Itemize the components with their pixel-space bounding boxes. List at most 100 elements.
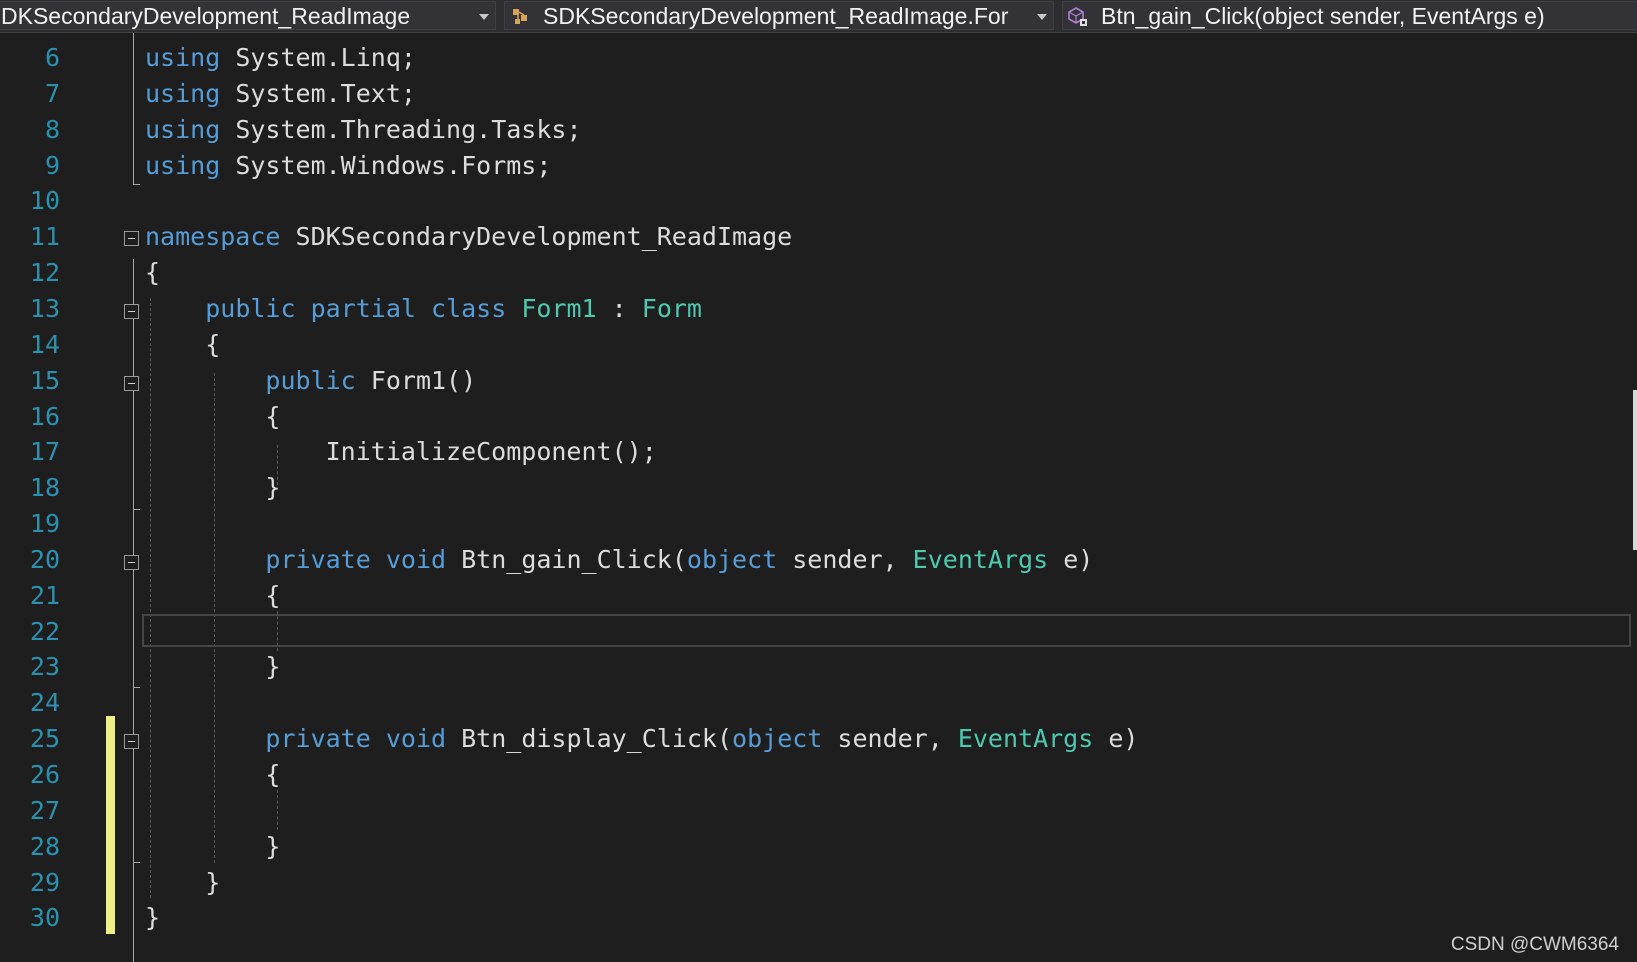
code-line[interactable]: 26 { [0,756,1637,794]
code-line[interactable]: 15 public Form1() [0,362,1637,400]
line-number: 21 [29,580,60,610]
code-token: sender, [822,724,958,754]
code-text[interactable]: using System.Text; [145,75,416,113]
line-number: 24 [29,688,60,718]
code-line[interactable]: 20 private void Btn_gain_Click(object se… [0,541,1637,579]
chevron-down-icon[interactable] [479,14,489,20]
code-text[interactable]: { [145,254,160,292]
keyword-token: public [205,293,296,323]
keyword-token: public [265,365,356,395]
member-dropdown[interactable]: Btn_gain_Click(object sender, EventArgs … [1062,1,1637,30]
code-line[interactable]: 6 using System.Linq; [0,39,1637,77]
line-number: 11 [29,222,60,252]
keyword-token: class [431,293,507,323]
code-token: Form1() [355,365,477,395]
code-editor[interactable]: 6 using System.Linq; 7 using System.Text; 8 u… [0,33,1637,962]
keyword-token: object [686,544,778,574]
code-text[interactable]: } [145,648,280,686]
code-line[interactable]: 30} [0,899,1637,937]
code-token: Btn_gain_Click( [446,544,687,574]
code-text[interactable]: using System.Threading.Tasks; [145,111,582,149]
line-number: 27 [29,795,60,825]
code-text[interactable]: InitializeComponent(); [145,433,657,471]
code-token: SDKSecondaryDevelopment_ReadImage [280,222,793,252]
code-text[interactable]: public Form1() [145,362,476,400]
code-text[interactable]: { [145,756,280,794]
code-token: { [145,760,281,789]
code-token: : [596,293,642,323]
code-line[interactable]: 14 { [0,326,1637,364]
code-text[interactable]: private void Btn_gain_Click(object sende… [145,541,1093,579]
code-line[interactable]: 8 using System.Threading.Tasks; [0,111,1637,149]
project-dropdown[interactable]: DKSecondaryDevelopment_ReadImage [0,1,496,30]
type-token: EventArgs [912,544,1049,574]
collapse-icon[interactable] [124,304,139,319]
chevron-down-icon[interactable] [1037,14,1047,20]
code-line[interactable]: 29 } [0,864,1637,902]
method-icon [1068,7,1087,26]
code-line[interactable]: 19 [0,505,1637,543]
code-text[interactable]: { [145,326,220,364]
keyword-token: void [385,544,447,574]
code-token: { [145,258,161,288]
code-text[interactable]: private void Btn_display_Click(object se… [145,720,1138,758]
code-line[interactable]: 25 private void Btn_display_Click(object… [0,720,1637,758]
code-token: { [145,401,281,431]
keyword-token: private [265,724,371,754]
line-number: 22 [29,616,60,646]
type-dropdown[interactable]: SDKSecondaryDevelopment_ReadImage.For [504,1,1054,30]
code-line[interactable]: 10 [0,182,1637,220]
line-number: 28 [29,831,60,861]
keyword-token: using [145,78,221,108]
line-number: 8 [44,114,60,144]
line-number: 7 [44,78,60,108]
code-token: e) [1048,544,1094,574]
code-line[interactable]: 24 [0,684,1637,722]
code-text[interactable]: } [145,864,220,902]
code-line[interactable]: 18 } [0,469,1637,507]
collapse-icon[interactable] [124,734,139,749]
code-text[interactable]: } [145,899,160,937]
code-text[interactable]: { [145,577,280,615]
code-line[interactable]: 22 [0,613,1637,651]
code-line[interactable]: 28 } [0,828,1637,866]
code-text[interactable]: { [145,398,280,436]
line-number: 12 [29,258,60,288]
line-number: 26 [29,760,60,789]
code-token: } [145,652,281,682]
code-text[interactable]: } [145,469,280,507]
collapse-icon[interactable] [124,231,139,246]
keyword-token: using [145,150,221,180]
code-line[interactable]: 27 [0,792,1637,830]
type-token: Form1 [521,293,597,323]
line-number: 9 [44,150,60,180]
keyword-token: private [265,544,371,574]
code-token: e) [1093,724,1139,754]
line-number: 15 [29,365,60,395]
type-dropdown-label: SDKSecondaryDevelopment_ReadImage.For [543,3,1009,29]
code-line[interactable]: 17 InitializeComponent(); [0,433,1637,471]
code-line[interactable]: 12 { [0,254,1637,292]
line-number: 25 [29,724,60,754]
code-text[interactable]: } [145,828,280,866]
code-line[interactable]: 9 using System.Windows.Forms; [0,147,1637,185]
code-text[interactable]: public partial class Form1 : Form [145,290,702,328]
code-line[interactable]: 21 { [0,577,1637,615]
code-line[interactable]: 7 using System.Text; [0,75,1637,113]
collapse-icon[interactable] [124,555,139,570]
scrollbar-marker[interactable] [1633,390,1637,550]
keyword-token: object [732,724,823,754]
code-line[interactable]: 11 namespace SDKSecondaryDevelopment_Read… [0,218,1637,256]
collapse-icon[interactable] [124,376,139,391]
code-text[interactable]: namespace SDKSecondaryDevelopment_ReadIm… [145,218,792,256]
code-text[interactable]: using System.Windows.Forms; [145,147,551,185]
code-line[interactable]: 16 { [0,398,1637,436]
code-token: System.Text; [220,78,416,108]
code-text[interactable]: using System.Linq; [145,39,416,77]
code-line[interactable]: 13 public partial class Form1 : Form [0,290,1637,328]
code-line[interactable]: 23 } [0,648,1637,686]
